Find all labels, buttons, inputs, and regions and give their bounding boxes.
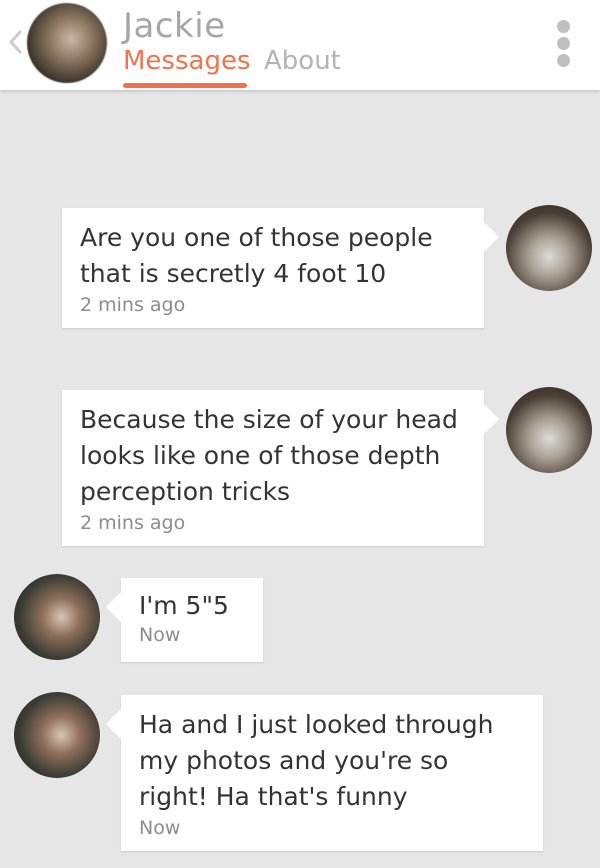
message-timestamp: 2 mins ago [80, 294, 186, 316]
message-bubble-outgoing: Are you one of those people that is secr… [62, 208, 499, 328]
message-bubble-outgoing: Because the size of your head looks like… [62, 390, 499, 546]
contact-avatar [14, 692, 100, 778]
my-avatar [506, 205, 592, 291]
message-text: Are you one of those people that is secr… [80, 223, 433, 288]
message-timestamp: Now [139, 817, 181, 839]
message-bubble-incoming: I'm 5"5 Now [106, 578, 263, 662]
my-avatar [506, 387, 592, 473]
tab-messages[interactable]: Messages [123, 46, 251, 76]
message-text: Ha and I just looked through my photos a… [139, 710, 494, 811]
message-text: Because the size of your head looks like… [80, 405, 458, 506]
more-vertical-icon[interactable] [552, 20, 576, 68]
contact-avatar [14, 574, 100, 660]
message-timestamp: Now [139, 624, 181, 646]
tab-about[interactable]: About [264, 46, 341, 76]
chat-header: Jackie Messages About [0, 0, 600, 90]
chevron-left-icon[interactable] [6, 26, 24, 58]
message-bubble-incoming: Ha and I just looked through my photos a… [106, 695, 543, 851]
message-text: I'm 5"5 [139, 591, 229, 620]
contact-avatar[interactable] [27, 3, 107, 83]
message-timestamp: 2 mins ago [80, 512, 186, 534]
active-tab-indicator [123, 83, 247, 88]
contact-name: Jackie [123, 6, 226, 46]
